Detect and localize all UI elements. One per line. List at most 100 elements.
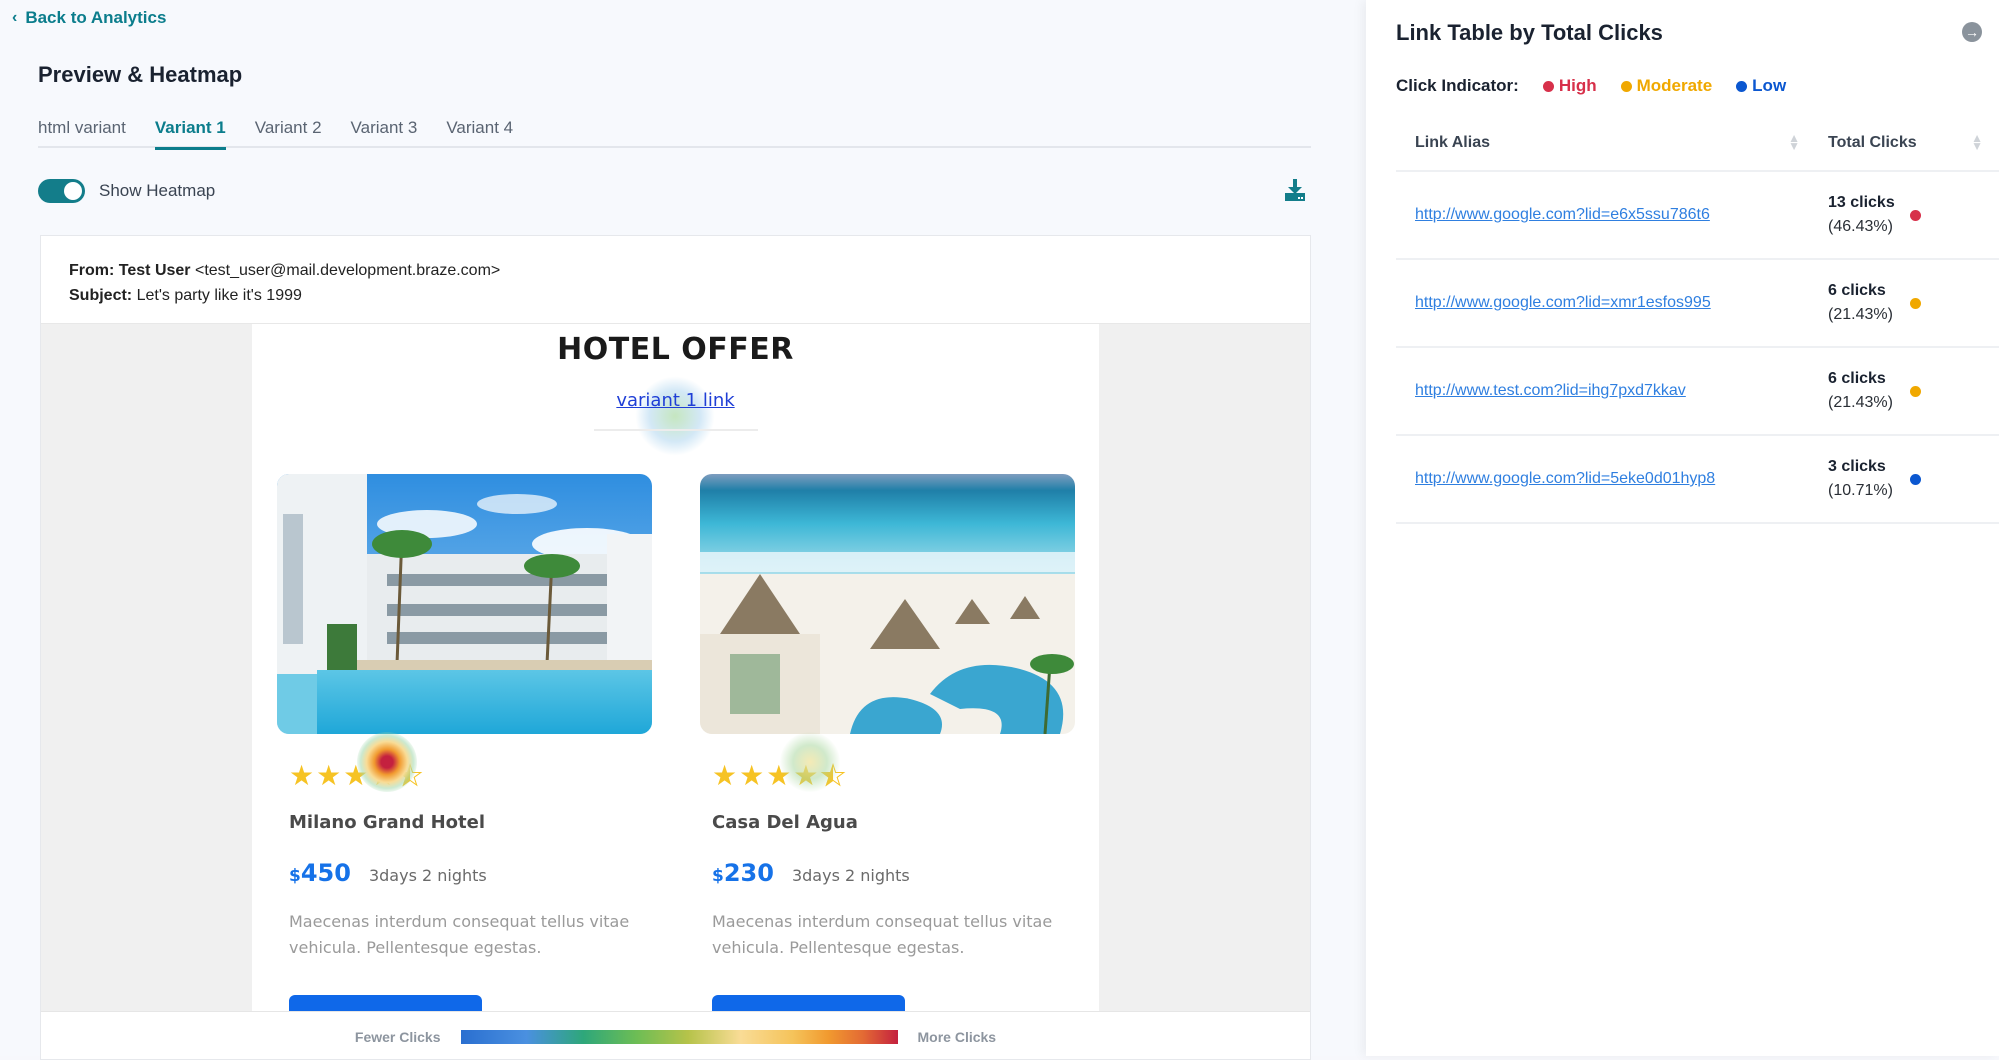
total-clicks: 6 clicks (21.43%) (1816, 367, 1906, 415)
price-row: $450 3days 2 nights (289, 859, 652, 887)
star-icon: ★ (793, 760, 819, 791)
arrow-right-circle-icon[interactable]: → (1962, 22, 1982, 42)
star-icon: ★ (289, 760, 315, 791)
toggle-knob (64, 182, 82, 200)
link-alias[interactable]: http://www.google.com?lid=xmr1esfos995 (1396, 294, 1816, 312)
star-icon: ★ (739, 760, 765, 791)
dot-icon (1736, 80, 1748, 92)
table-row: http://www.google.com?lid=xmr1esfos995 6 … (1396, 260, 1999, 348)
click-level-dot-icon (1910, 209, 1921, 221)
column-header-total-clicks[interactable]: Total Clicks ▲ ▼ (1816, 132, 1999, 152)
star-icon: ★ (343, 760, 369, 791)
from-line: From: Test User <test_user@mail.developm… (69, 258, 1282, 283)
tab-variant-2[interactable]: Variant 2 (255, 114, 322, 148)
link-alias[interactable]: http://www.google.com?lid=5eke0d01hyp8 (1396, 470, 1816, 488)
currency-symbol: $ (712, 866, 724, 886)
half-star-icon: ★ (820, 760, 846, 791)
stay-length: 3days 2 nights (791, 866, 910, 885)
email-preview: From: Test User <test_user@mail.developm… (40, 235, 1311, 1060)
subject-line: Subject: Let's party like it's 1999 (69, 283, 1282, 308)
hotel-photo-pool[interactable] (277, 474, 652, 734)
hotel-card: ★ ★ ★ ★ ★ Casa Del Agua $230 3days 2 nig… (700, 474, 1075, 1035)
click-percent: (10.71%) (1828, 482, 1893, 499)
column-label: Total Clicks (1828, 134, 1917, 151)
click-count: 3 clicks (1828, 458, 1886, 475)
variant-tabs: html variant Variant 1 Variant 2 Variant… (38, 114, 1311, 150)
indicator-low: Low (1736, 76, 1786, 96)
indicator-label: Moderate (1636, 76, 1713, 95)
page-title: Preview & Heatmap (38, 62, 243, 87)
download-icon[interactable] (1284, 178, 1306, 202)
star-rating: ★ ★ ★ ★ ★ (712, 760, 1075, 791)
email-body: HOTEL OFFER variant 1 link ★ ★ ★ ★ ★ Mil… (252, 324, 1099, 1059)
click-percent: (21.43%) (1828, 394, 1893, 411)
click-count: 13 clicks (1828, 194, 1895, 211)
subject-label: Subject: (69, 287, 133, 304)
column-header-link-alias[interactable]: Link Alias ▲ ▼ (1396, 132, 1816, 152)
show-heatmap-label: Show Heatmap (99, 181, 216, 200)
link-alias[interactable]: http://www.google.com?lid=e6x5ssu786t6 (1396, 206, 1816, 224)
tab-html-variant[interactable]: html variant (38, 114, 126, 148)
heatmap-gradient-scale (460, 1029, 898, 1044)
click-percent: (21.43%) (1828, 306, 1893, 323)
total-clicks: 13 clicks (46.43%) (1816, 191, 1906, 239)
email-header: From: Test User <test_user@mail.developm… (41, 236, 1310, 324)
currency-symbol: $ (289, 866, 301, 886)
link-table-title: Link Table by Total Clicks (1396, 20, 1663, 45)
hotel-photo-beach[interactable] (700, 474, 1075, 734)
dot-icon (1542, 80, 1554, 92)
heatmap-toggle-row: Show Heatmap (38, 179, 215, 203)
star-icon: ★ (712, 760, 738, 791)
click-level-dot-icon (1910, 297, 1921, 309)
click-indicator-legend: Click Indicator: High Moderate Low (1396, 76, 1786, 96)
link-table: Link Alias ▲ ▼ Total Clicks ▲ ▼ http://www… (1396, 116, 1999, 524)
link-alias[interactable]: http://www.test.com?lid=ihg7pxd7kkav (1396, 382, 1816, 400)
preview-panel: ‹ Back to Analytics Preview & Heatmap ht… (0, 0, 1366, 1060)
indicator-moderate: Moderate (1620, 76, 1713, 96)
hotel-price: $230 (712, 859, 774, 887)
tab-variant-1[interactable]: Variant 1 (154, 114, 226, 150)
table-header: Link Alias ▲ ▼ Total Clicks ▲ ▼ (1396, 116, 1999, 172)
stay-length: 3days 2 nights (368, 866, 487, 885)
hotel-name: Milano Grand Hotel (289, 812, 486, 833)
star-icon: ★ (316, 760, 342, 791)
from-label: From: (69, 262, 115, 279)
total-clicks: 6 clicks (21.43%) (1816, 279, 1906, 327)
half-star-icon: ★ (397, 760, 423, 791)
hotel-price: $450 (289, 859, 351, 887)
total-clicks: 3 clicks (10.71%) (1816, 455, 1906, 503)
heatmap-legend: Fewer Clicks More Clicks (41, 1011, 1310, 1059)
price-value: 450 (300, 859, 351, 887)
from-name: Test User (118, 262, 191, 279)
email-headline: HOTEL OFFER (557, 332, 794, 367)
link-table-panel: Link Table by Total Clicks → Click Indic… (1366, 0, 1999, 1056)
indicator-label: Low (1752, 76, 1787, 95)
hotel-description: Maecenas interdum consequat tellus vitae… (289, 912, 630, 957)
price-row: $230 3days 2 nights (712, 859, 1075, 887)
subject-text: Let's party like it's 1999 (136, 287, 302, 304)
variant-1-link[interactable]: variant 1 link (252, 390, 1099, 411)
click-percent: (46.43%) (1828, 218, 1893, 235)
chevron-left-icon: ‹ (12, 9, 18, 26)
click-count: 6 clicks (1828, 282, 1886, 299)
link-divider (594, 429, 758, 431)
fewer-clicks-label: Fewer Clicks (354, 1028, 441, 1045)
tab-variant-4[interactable]: Variant 4 (446, 114, 513, 148)
click-level-dot-icon (1910, 385, 1921, 397)
back-to-analytics-link[interactable]: ‹ Back to Analytics (12, 8, 166, 28)
column-label: Link Alias (1415, 134, 1490, 151)
price-value: 230 (723, 859, 774, 887)
dot-icon (1620, 80, 1632, 92)
table-row: http://www.test.com?lid=ihg7pxd7kkav 6 cl… (1396, 348, 1999, 436)
sort-icon[interactable]: ▲ ▼ (1971, 132, 1983, 152)
star-icon: ★ (766, 760, 792, 791)
tab-variant-3[interactable]: Variant 3 (351, 114, 418, 148)
hotel-card: ★ ★ ★ ★ ★ Milano Grand Hotel $450 3days … (277, 474, 652, 1035)
more-clicks-label: More Clicks (917, 1028, 997, 1045)
star-icon: ★ (370, 760, 396, 791)
hotel-description: Maecenas interdum consequat tellus vitae… (712, 912, 1053, 957)
indicator-label: High (1558, 76, 1597, 95)
sort-icon[interactable]: ▲ ▼ (1788, 132, 1800, 152)
from-address: <test_user@mail.development.braze.com> (194, 262, 501, 279)
show-heatmap-toggle[interactable] (38, 179, 85, 203)
